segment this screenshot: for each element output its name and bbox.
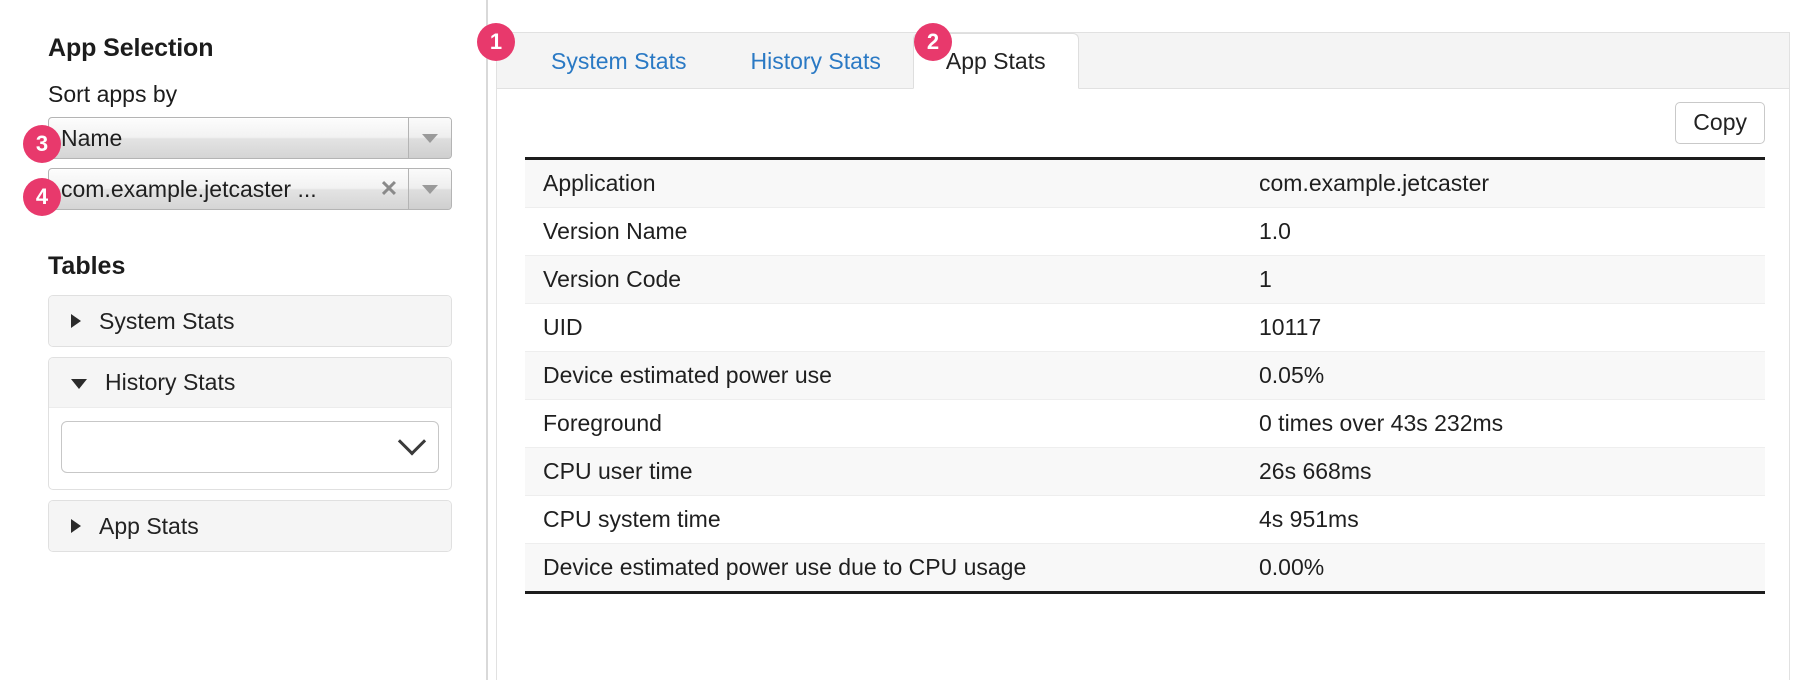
tab-label: System Stats bbox=[551, 48, 686, 75]
sort-apps-by-value: Name bbox=[49, 118, 408, 158]
triangle-right-icon bbox=[71, 519, 81, 533]
table-cell-key: Version Code bbox=[525, 256, 1243, 304]
accordion-header-app-stats[interactable]: App Stats bbox=[49, 501, 451, 551]
tables-title: Tables bbox=[48, 252, 446, 281]
chevron-down-icon bbox=[422, 134, 438, 143]
table-row: Device estimated power use0.05% bbox=[525, 352, 1765, 400]
table-cell-value: 0.00% bbox=[1243, 544, 1765, 592]
table-row: CPU system time4s 951ms bbox=[525, 496, 1765, 544]
accordion-system-stats: System Stats bbox=[48, 295, 452, 347]
table-row: Device estimated power use due to CPU us… bbox=[525, 544, 1765, 592]
accordion-label-system-stats: System Stats bbox=[99, 308, 234, 335]
sort-apps-by-label: Sort apps by bbox=[48, 81, 446, 108]
app-select-value: com.example.jetcaster ... bbox=[49, 169, 374, 209]
tab-content-app-stats: Copy Applicationcom.example.jetcasterVer… bbox=[497, 89, 1789, 680]
accordion-app-stats: App Stats bbox=[48, 500, 452, 552]
marker-badge-1: 1 bbox=[477, 23, 515, 61]
table-row: UID10117 bbox=[525, 304, 1765, 352]
accordion-body-history-stats bbox=[49, 408, 451, 489]
app-select-dropdown-button[interactable] bbox=[408, 169, 451, 209]
table-row: Version Code1 bbox=[525, 256, 1765, 304]
table-cell-value: 1.0 bbox=[1243, 208, 1765, 256]
accordion-history-stats: History Stats bbox=[48, 357, 452, 490]
table-cell-key: Device estimated power use bbox=[525, 352, 1243, 400]
triangle-down-icon bbox=[71, 379, 87, 389]
marker-badge-4: 4 bbox=[23, 178, 61, 216]
toolbar: Copy bbox=[497, 89, 1789, 157]
table-cell-value: 10117 bbox=[1243, 304, 1765, 352]
table-cell-value: 26s 668ms bbox=[1243, 448, 1765, 496]
accordion-header-history-stats[interactable]: History Stats bbox=[49, 358, 451, 408]
app-stats-table: Applicationcom.example.jetcasterVersion … bbox=[525, 160, 1765, 591]
table-cell-key: Device estimated power use due to CPU us… bbox=[525, 544, 1243, 592]
tab-history-stats[interactable]: History Stats bbox=[718, 33, 912, 89]
main-panel: System Stats History Stats App Stats Cop… bbox=[488, 0, 1800, 680]
app-select-combobox[interactable]: com.example.jetcaster ... ✕ bbox=[48, 168, 452, 210]
tab-label: History Stats bbox=[750, 48, 880, 75]
marker-badge-3: 3 bbox=[23, 125, 61, 163]
tabstrip: System Stats History Stats App Stats bbox=[497, 33, 1789, 89]
triangle-right-icon bbox=[71, 314, 81, 328]
table-cell-key: Application bbox=[525, 160, 1243, 208]
chevron-down-icon bbox=[398, 427, 426, 455]
app-selection-title: App Selection bbox=[48, 34, 446, 63]
sort-apps-by-dropdown-button[interactable] bbox=[408, 118, 451, 158]
table-cell-value: 0.05% bbox=[1243, 352, 1765, 400]
app-root: App Selection Sort apps by Name com.exam… bbox=[0, 0, 1800, 680]
tab-panel: System Stats History Stats App Stats Cop… bbox=[496, 32, 1790, 680]
sort-apps-by-combobox[interactable]: Name bbox=[48, 117, 452, 159]
sidebar: App Selection Sort apps by Name com.exam… bbox=[0, 0, 488, 680]
accordion-header-system-stats[interactable]: System Stats bbox=[49, 296, 451, 346]
table-row: CPU user time26s 668ms bbox=[525, 448, 1765, 496]
table-cell-value: com.example.jetcaster bbox=[1243, 160, 1765, 208]
close-icon[interactable]: ✕ bbox=[374, 169, 408, 209]
sidebar-content: App Selection Sort apps by Name com.exam… bbox=[0, 0, 486, 552]
table-cell-key: UID bbox=[525, 304, 1243, 352]
table-cell-key: CPU system time bbox=[525, 496, 1243, 544]
accordion-label-history-stats: History Stats bbox=[105, 369, 235, 396]
table-row: Foreground0 times over 43s 232ms bbox=[525, 400, 1765, 448]
tab-label: App Stats bbox=[946, 48, 1046, 75]
table-row: Applicationcom.example.jetcaster bbox=[525, 160, 1765, 208]
table-cell-value: 0 times over 43s 232ms bbox=[1243, 400, 1765, 448]
chevron-down-icon bbox=[422, 185, 438, 194]
table-cell-value: 4s 951ms bbox=[1243, 496, 1765, 544]
copy-button[interactable]: Copy bbox=[1675, 102, 1765, 143]
table-cell-key: Version Name bbox=[525, 208, 1243, 256]
history-stats-select[interactable] bbox=[61, 421, 439, 473]
table-row: Version Name1.0 bbox=[525, 208, 1765, 256]
table-cell-value: 1 bbox=[1243, 256, 1765, 304]
tab-system-stats[interactable]: System Stats bbox=[519, 33, 718, 89]
table-cell-key: CPU user time bbox=[525, 448, 1243, 496]
app-stats-table-wrap: Applicationcom.example.jetcasterVersion … bbox=[525, 157, 1765, 594]
marker-badge-2: 2 bbox=[914, 23, 952, 61]
accordion-label-app-stats: App Stats bbox=[99, 513, 199, 540]
table-cell-key: Foreground bbox=[525, 400, 1243, 448]
